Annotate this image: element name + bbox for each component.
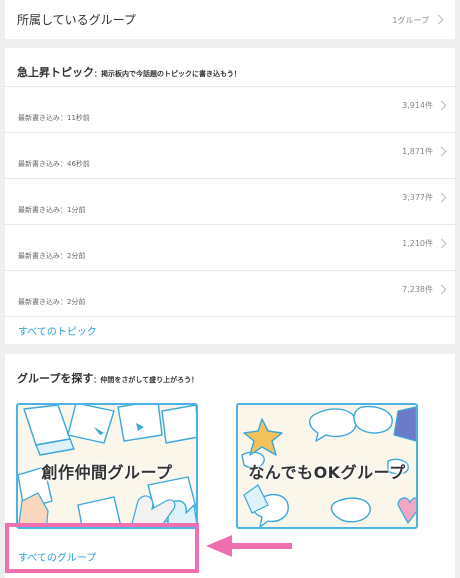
- chevron-right-icon: [436, 284, 447, 295]
- topic-last-post: 最新書き込み：1分前: [18, 206, 86, 214]
- joined-groups-row[interactable]: 所属しているグループ 1グループ: [5, 0, 455, 39]
- arrow-left-icon: [206, 535, 292, 557]
- find-groups-heading: グループを探す：仲間をさがして盛り上がろう！: [17, 367, 198, 386]
- section-subtitle: ：掲示板内で今話題のトピックに書き込もう！: [94, 70, 241, 78]
- topic-row[interactable]: 3,914件 最新書き込み：11秒前: [5, 87, 455, 133]
- chevron-right-icon: [436, 192, 447, 203]
- banner-label: なんでもOKグループ: [248, 463, 406, 482]
- trending-topics-card: 急上昇トピック：掲示板内で今話題のトピックに書き込もう！ 3,914件 最新書き…: [5, 48, 455, 344]
- section-title: 急上昇トピック: [17, 66, 94, 79]
- chevron-right-icon: [436, 100, 447, 111]
- topic-post-count: 7,238件: [402, 285, 433, 294]
- topic-list: 3,914件 最新書き込み：11秒前 1,871件 最新書き込み：46秒前 3,…: [5, 86, 455, 317]
- topic-post-count: 3,914件: [402, 101, 433, 110]
- topic-row[interactable]: 3,377件 最新書き込み：1分前: [5, 179, 455, 225]
- chevron-right-icon: [436, 238, 447, 249]
- topic-last-post: 最新書き込み：46秒前: [18, 160, 90, 168]
- topic-post-count: 3,377件: [402, 193, 433, 202]
- highlight-box: [5, 523, 199, 573]
- topic-row[interactable]: 7,238件 最新書き込み：2分前: [5, 271, 455, 317]
- joined-groups-title: 所属しているグループ: [17, 13, 136, 27]
- all-topics-link[interactable]: すべてのトピック: [18, 323, 97, 338]
- topic-last-post: 最新書き込み：2分前: [18, 298, 86, 306]
- creative-group-banner[interactable]: 創作仲間グループ: [16, 403, 198, 529]
- section-subtitle: ：仲間をさがして盛り上がろう！: [93, 376, 199, 384]
- topic-last-post: 最新書き込み：2分前: [18, 252, 86, 260]
- anything-ok-group-banner[interactable]: なんでもOKグループ: [236, 403, 418, 529]
- topic-post-count: 1,871件: [402, 147, 433, 156]
- chevron-right-icon: [433, 14, 444, 25]
- chevron-right-icon: [436, 146, 447, 157]
- joined-groups-count: 1グループ: [392, 16, 429, 25]
- section-title: グループを探す: [17, 372, 94, 385]
- topic-row[interactable]: 1,871件 最新書き込み：46秒前: [5, 133, 455, 179]
- topic-row[interactable]: 1,210件 最新書き込み：2分前: [5, 225, 455, 271]
- trending-topics-heading: 急上昇トピック：掲示板内で今話題のトピックに書き込もう！: [17, 61, 241, 80]
- banner-label: 創作仲間グループ: [41, 463, 173, 482]
- topic-post-count: 1,210件: [402, 239, 433, 248]
- topic-last-post: 最新書き込み：11秒前: [18, 114, 90, 122]
